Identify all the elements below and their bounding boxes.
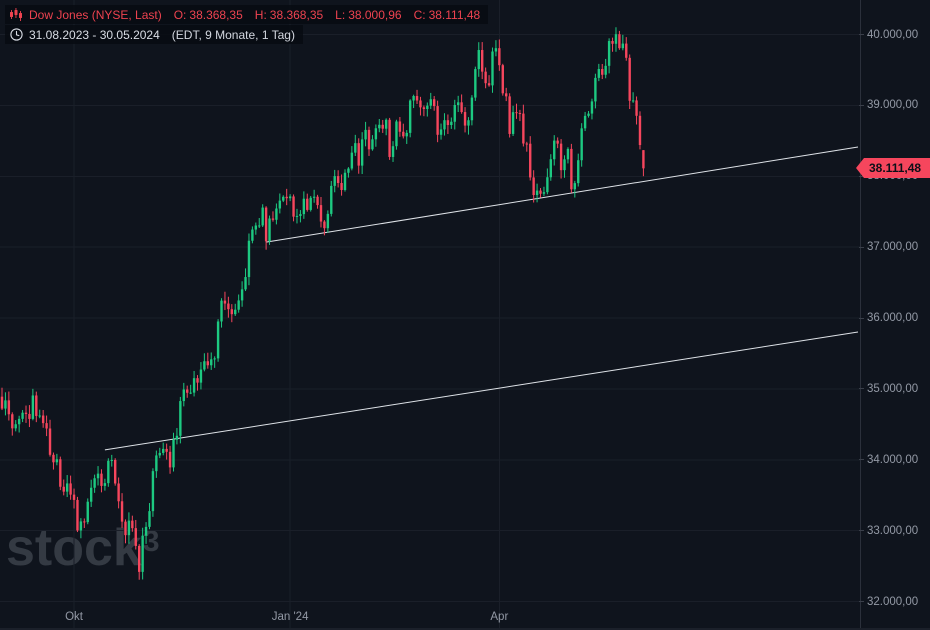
candlestick-chart[interactable] [0, 0, 930, 630]
ohlc-low: L:38.000,96 [335, 8, 401, 22]
time-axis-label: Jan '24 [272, 611, 309, 623]
price-axis-label: 39.000,00 [867, 98, 918, 112]
chart-legend: Dow Jones (NYSE, Last) O:38.368,35 H:38.… [5, 5, 488, 45]
price-axis-label: 34.000,00 [867, 453, 918, 467]
date-range: 31.08.2023 - 30.05.2024 [29, 28, 160, 42]
ohlc-open: O:38.368,35 [174, 8, 243, 22]
price-axis-tick [859, 459, 864, 460]
legend-symbol-row: Dow Jones (NYSE, Last) O:38.368,35 H:38.… [5, 5, 488, 24]
price-axis-tick [859, 34, 864, 35]
price-axis-tick [859, 247, 864, 248]
timeframe: (EDT, 9 Monate, 1 Tag) [172, 28, 295, 42]
price-axis-label: 35.000,00 [867, 382, 918, 396]
candlestick-icon [9, 8, 23, 22]
clock-icon [9, 28, 23, 42]
symbol-name: Dow Jones (NYSE, Last) [29, 8, 162, 22]
price-axis-tick [859, 388, 864, 389]
last-price-value: 38.111,48 [869, 161, 921, 175]
time-axis-label: Apr [490, 611, 508, 623]
price-axis-label: 36.000,00 [867, 311, 918, 325]
price-axis-label: 32.000,00 [867, 595, 918, 609]
ohlc-close: C:38.111,48 [414, 8, 481, 22]
ohlc-high: H:38.368,35 [255, 8, 323, 22]
price-axis-tick [859, 318, 864, 319]
last-price-tag: 38.111,48 [864, 158, 930, 178]
price-axis-tick [859, 105, 864, 106]
price-axis-label: 40.000,00 [867, 28, 918, 42]
price-axis-label: 37.000,00 [867, 240, 918, 254]
chart-window: stock3 Dow Jones (NYSE, Last) O:38.368,3… [0, 0, 930, 630]
legend-range-row: 31.08.2023 - 30.05.2024 (EDT, 9 Monate, … [5, 25, 303, 44]
time-axis-label: Okt [65, 611, 83, 623]
price-axis-tick [859, 530, 864, 531]
candles [1, 27, 645, 580]
price-axis-label: 33.000,00 [867, 524, 918, 538]
price-axis-tick [859, 601, 864, 602]
